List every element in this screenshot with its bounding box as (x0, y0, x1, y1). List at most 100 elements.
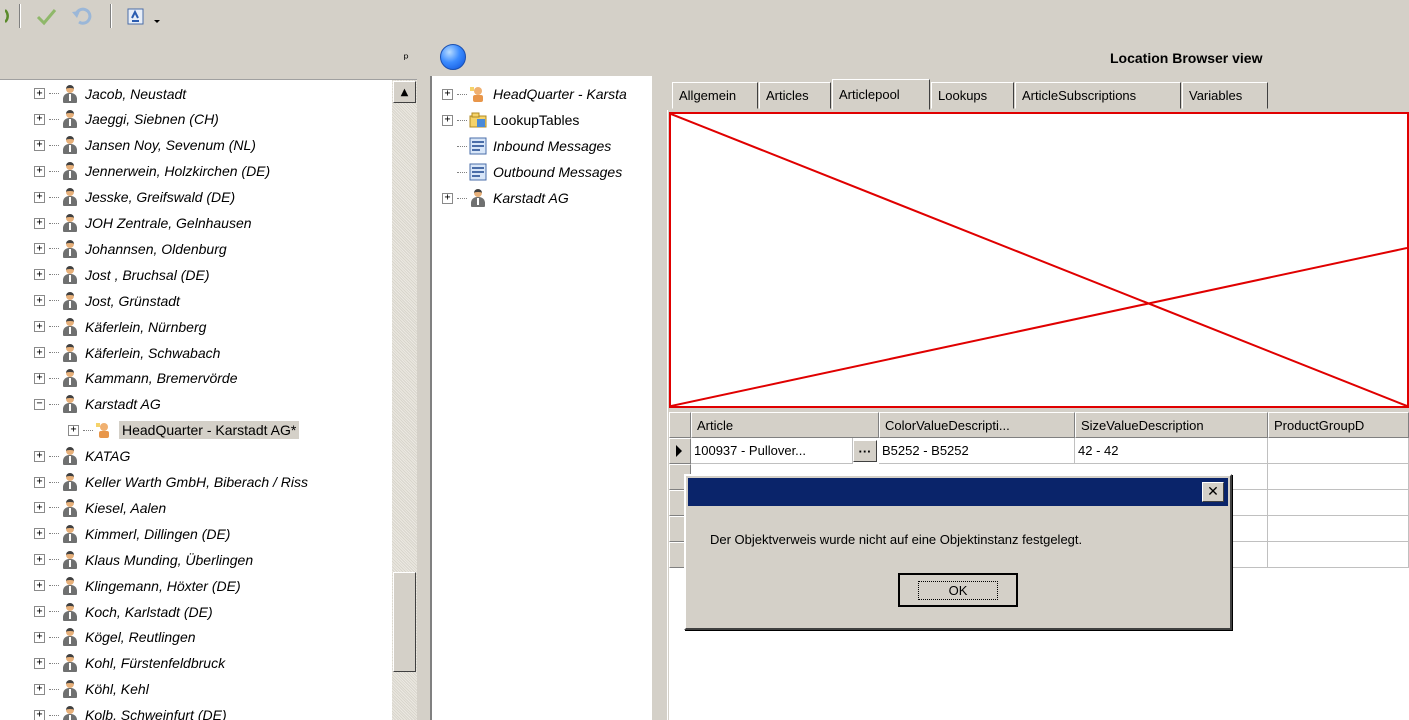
tab-articlesubscriptions[interactable]: ArticleSubscriptions (1015, 82, 1181, 109)
tab-lookups[interactable]: Lookups (931, 82, 1014, 109)
tree-item[interactable]: + Kohl, Fürstenfeldbruck (34, 651, 225, 676)
detail-tree-item-label: Inbound Messages (493, 138, 612, 154)
expand-toggle-icon[interactable]: + (34, 554, 45, 566)
expand-toggle-icon[interactable]: + (34, 88, 45, 99)
scroll-thumb[interactable] (393, 572, 416, 672)
tree-item-label: Klingemann, Höxter (DE) (85, 577, 241, 594)
expand-toggle-icon[interactable]: + (34, 450, 45, 462)
tree-item[interactable]: + Kammann, Bremervörde (34, 366, 238, 391)
tree-item[interactable]: + Kiesel, Aalen (34, 495, 166, 520)
left-scrollbar[interactable]: ▲ (392, 80, 417, 720)
tree-item[interactable]: − Karstadt AG (34, 392, 161, 417)
expand-toggle-icon[interactable]: + (34, 631, 45, 643)
cell-article[interactable]: 100937 - Pullover... (691, 438, 853, 464)
tab-allgemein[interactable]: Allgemein (672, 82, 758, 109)
expand-toggle-icon[interactable]: + (34, 113, 45, 125)
person-icon (61, 343, 79, 363)
tree-item[interactable]: + Kögel, Reutlingen (34, 625, 196, 650)
expand-toggle-icon[interactable]: + (34, 269, 45, 281)
tree-item[interactable]: + HeadQuarter - Karstadt AG* (68, 418, 300, 443)
tree-item[interactable]: + Klingemann, Höxter (DE) (34, 573, 241, 598)
check-icon[interactable] (34, 3, 58, 29)
tree-item[interactable]: + JOH Zentrale, Gelnhausen (34, 211, 252, 236)
tree-connector (83, 429, 93, 431)
detail-tree-item[interactable]: + LookupTables (442, 108, 579, 132)
expand-toggle-icon[interactable]: + (34, 321, 45, 333)
tree-item[interactable]: + Jacob, Neustadt (34, 81, 186, 106)
tree-item[interactable]: + Jaeggi, Siebnen (CH) (34, 107, 219, 132)
expand-toggle-icon[interactable]: − (34, 398, 45, 410)
pin-icon[interactable]: ᵖ (403, 52, 409, 67)
column-header-article[interactable]: Article (691, 412, 879, 438)
expand-toggle-icon[interactable]: + (34, 139, 45, 151)
expand-toggle-icon[interactable]: + (442, 114, 453, 126)
tree-item[interactable]: + Jesske, Greifswald (DE) (34, 185, 235, 210)
tab-articles[interactable]: Articles (759, 82, 831, 109)
tree-item[interactable]: + KATAG (34, 444, 130, 469)
tree-item-label: Jansen Noy, Sevenum (NL) (85, 137, 256, 154)
tree-item[interactable]: + Koch, Karlstadt (DE) (34, 599, 213, 624)
expand-toggle-icon[interactable]: + (34, 217, 45, 229)
expand-toggle-icon[interactable]: + (34, 372, 45, 384)
detail-tree-item[interactable]: Outbound Messages (442, 160, 622, 184)
sync-icon[interactable] (124, 3, 148, 29)
tree-item[interactable]: + Käferlein, Nürnberg (34, 314, 206, 339)
expand-toggle-icon[interactable]: + (34, 683, 45, 695)
close-button[interactable]: ✕ (1202, 482, 1224, 502)
detail-tree-item-label: Karstadt AG (493, 190, 569, 206)
tree-item[interactable]: + Jost , Bruchsal (DE) (34, 262, 209, 287)
expand-toggle-icon[interactable]: + (34, 709, 45, 720)
expand-toggle-icon[interactable]: + (34, 191, 45, 203)
ok-button[interactable]: OK (898, 573, 1018, 607)
tree-item[interactable]: + Kimmerl, Dillingen (DE) (34, 521, 230, 546)
detail-tree-item[interactable]: + HeadQuarter - Karsta (442, 82, 627, 106)
expand-toggle-icon[interactable]: + (68, 424, 79, 436)
tree-item[interactable]: + Klaus Munding, Überlingen (34, 547, 253, 572)
row-indicator[interactable] (669, 438, 691, 464)
tab-variables[interactable]: Variables (1182, 82, 1268, 109)
tree-item[interactable]: + Kolb, Schweinfurt (DE) (34, 703, 227, 720)
tab-articlepool[interactable]: Articlepool (832, 79, 930, 110)
expand-toggle-icon[interactable]: + (34, 165, 45, 177)
tree-item[interactable]: + Jennerwein, Holzkirchen (DE) (34, 159, 270, 184)
expand-toggle-icon[interactable]: + (34, 657, 45, 669)
tree-item[interactable]: + Keller Warth GmbH, Biberach / Riss (34, 470, 308, 495)
cell-size[interactable]: 42 - 42 (1075, 438, 1268, 464)
detail-tree-item[interactable]: + Karstadt AG (442, 186, 569, 210)
ellipsis-button[interactable]: ··· (853, 440, 877, 462)
expand-toggle-icon[interactable]: + (34, 606, 45, 617)
tree-item[interactable]: + Köhl, Kehl (34, 677, 149, 702)
undo-icon[interactable] (70, 3, 94, 29)
expand-toggle-icon[interactable]: + (34, 243, 45, 255)
column-header-color[interactable]: ColorValueDescripti... (879, 412, 1075, 438)
dropdown-icon[interactable] (150, 3, 164, 29)
tree-connector (49, 585, 59, 587)
person-icon (61, 291, 79, 311)
tree-item[interactable]: + Käferlein, Schwabach (34, 340, 220, 365)
column-header-size[interactable]: SizeValueDescription (1075, 412, 1268, 438)
tree-item[interactable]: + Jansen Noy, Sevenum (NL) (34, 133, 256, 158)
cell-productgroup[interactable] (1268, 438, 1409, 464)
splitter[interactable] (652, 76, 661, 720)
detail-tree-item[interactable]: Inbound Messages (442, 134, 611, 158)
expand-toggle-icon[interactable]: + (34, 528, 45, 540)
expand-toggle-icon[interactable]: + (34, 502, 45, 514)
scroll-up-button[interactable]: ▲ (393, 81, 416, 103)
tree-item[interactable]: + Johannsen, Oldenburg (34, 236, 227, 261)
tree-item[interactable]: + Jost, Grünstadt (34, 288, 180, 313)
tree-connector (457, 145, 467, 147)
expand-toggle-icon[interactable]: + (34, 580, 45, 592)
expand-toggle-icon[interactable]: + (34, 476, 45, 488)
column-header-productgroup[interactable]: ProductGroupD (1268, 412, 1409, 438)
tree-connector (49, 377, 59, 379)
tree-item-label: Jennerwein, Holzkirchen (DE) (85, 163, 271, 180)
view-title: Location Browser view (1110, 50, 1263, 66)
inbound-messages-icon (469, 137, 487, 155)
expand-toggle-icon[interactable]: + (34, 347, 45, 358)
expand-toggle-icon[interactable]: + (34, 295, 45, 307)
dialog-titlebar[interactable]: ✕ (688, 478, 1228, 506)
globe-icon (440, 44, 466, 70)
expand-toggle-icon[interactable]: + (442, 192, 453, 204)
cell-color[interactable]: B5252 - B5252 (879, 438, 1075, 464)
expand-toggle-icon[interactable]: + (442, 88, 453, 100)
